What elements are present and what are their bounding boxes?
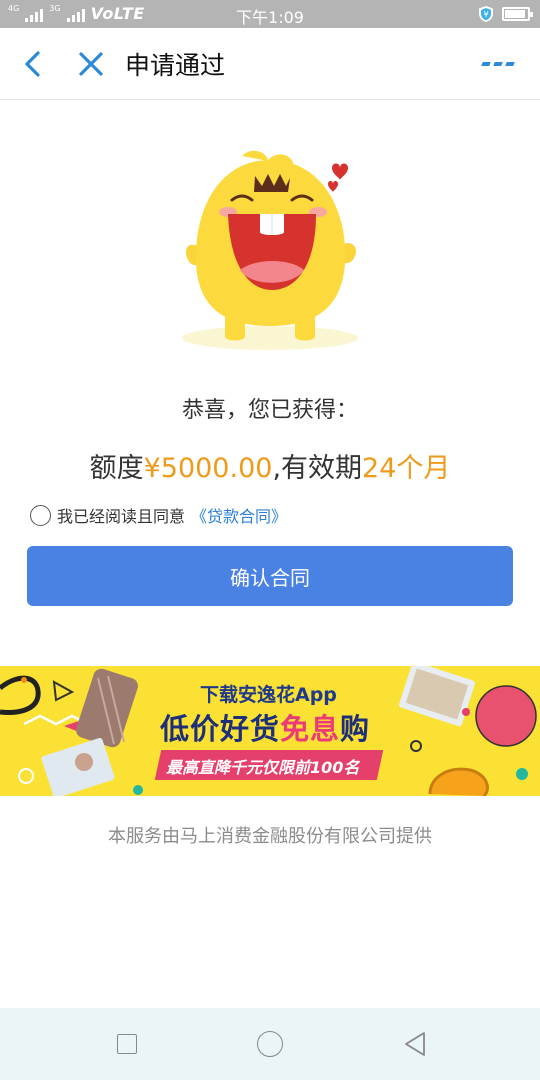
svg-text:¥: ¥: [483, 10, 488, 19]
term-prefix: ,有效期: [272, 453, 363, 484]
system-nav-bar: [0, 1008, 540, 1080]
more-dots-icon[interactable]: [481, 54, 516, 74]
battery-icon: [502, 7, 533, 21]
status-right: ¥: [478, 5, 533, 23]
mascot-illustration: [182, 150, 358, 350]
agree-text: 我已经阅读且同意: [57, 507, 186, 526]
banner-line3: 最高直降千元仅限前100名: [166, 758, 360, 777]
banner-line2-c: 购: [340, 712, 371, 746]
banner-line2-a: 低价好货: [160, 712, 281, 746]
provider-text: 本服务由马上消费金融股份有限公司提供: [108, 826, 432, 847]
term-value: 24个月: [362, 453, 451, 484]
quota-line: 额度¥5000.00,有效期24个月: [0, 446, 540, 485]
promo-banner[interactable]: 下载安逸花App 低价好货免息购 最高直降千元仅限前100名: [0, 666, 540, 796]
banner-line2: 低价好货免息购: [160, 706, 370, 748]
confirm-contract-button[interactable]: 确认合同: [27, 546, 513, 606]
contract-link[interactable]: 《贷款合同》: [191, 503, 287, 527]
shield-icon: ¥: [479, 6, 493, 22]
app-header: 申请通过: [0, 28, 540, 100]
agreement-row[interactable]: 我已经阅读且同意 《贷款合同》: [30, 503, 287, 527]
back-triangle-icon[interactable]: [402, 1030, 428, 1058]
home-icon[interactable]: [257, 1031, 283, 1057]
chevron-left-icon[interactable]: [18, 48, 50, 80]
quota-prefix: 额度: [89, 453, 144, 484]
status-time: 下午1:09: [236, 8, 304, 27]
page-title: 申请通过: [125, 51, 226, 80]
status-bar: 4G 3G VoLTE 下午1:09 ¥: [0, 0, 540, 28]
agree-radio[interactable]: [30, 504, 51, 526]
banner-line1: 下载安逸花App: [200, 684, 337, 706]
recent-apps-icon[interactable]: [117, 1034, 137, 1054]
congrats-text: 恭喜，您已获得：: [181, 398, 358, 423]
close-icon[interactable]: [75, 48, 107, 80]
quota-amount: ¥5000.00: [143, 453, 273, 484]
banner-line2-b: 免息: [280, 712, 341, 746]
